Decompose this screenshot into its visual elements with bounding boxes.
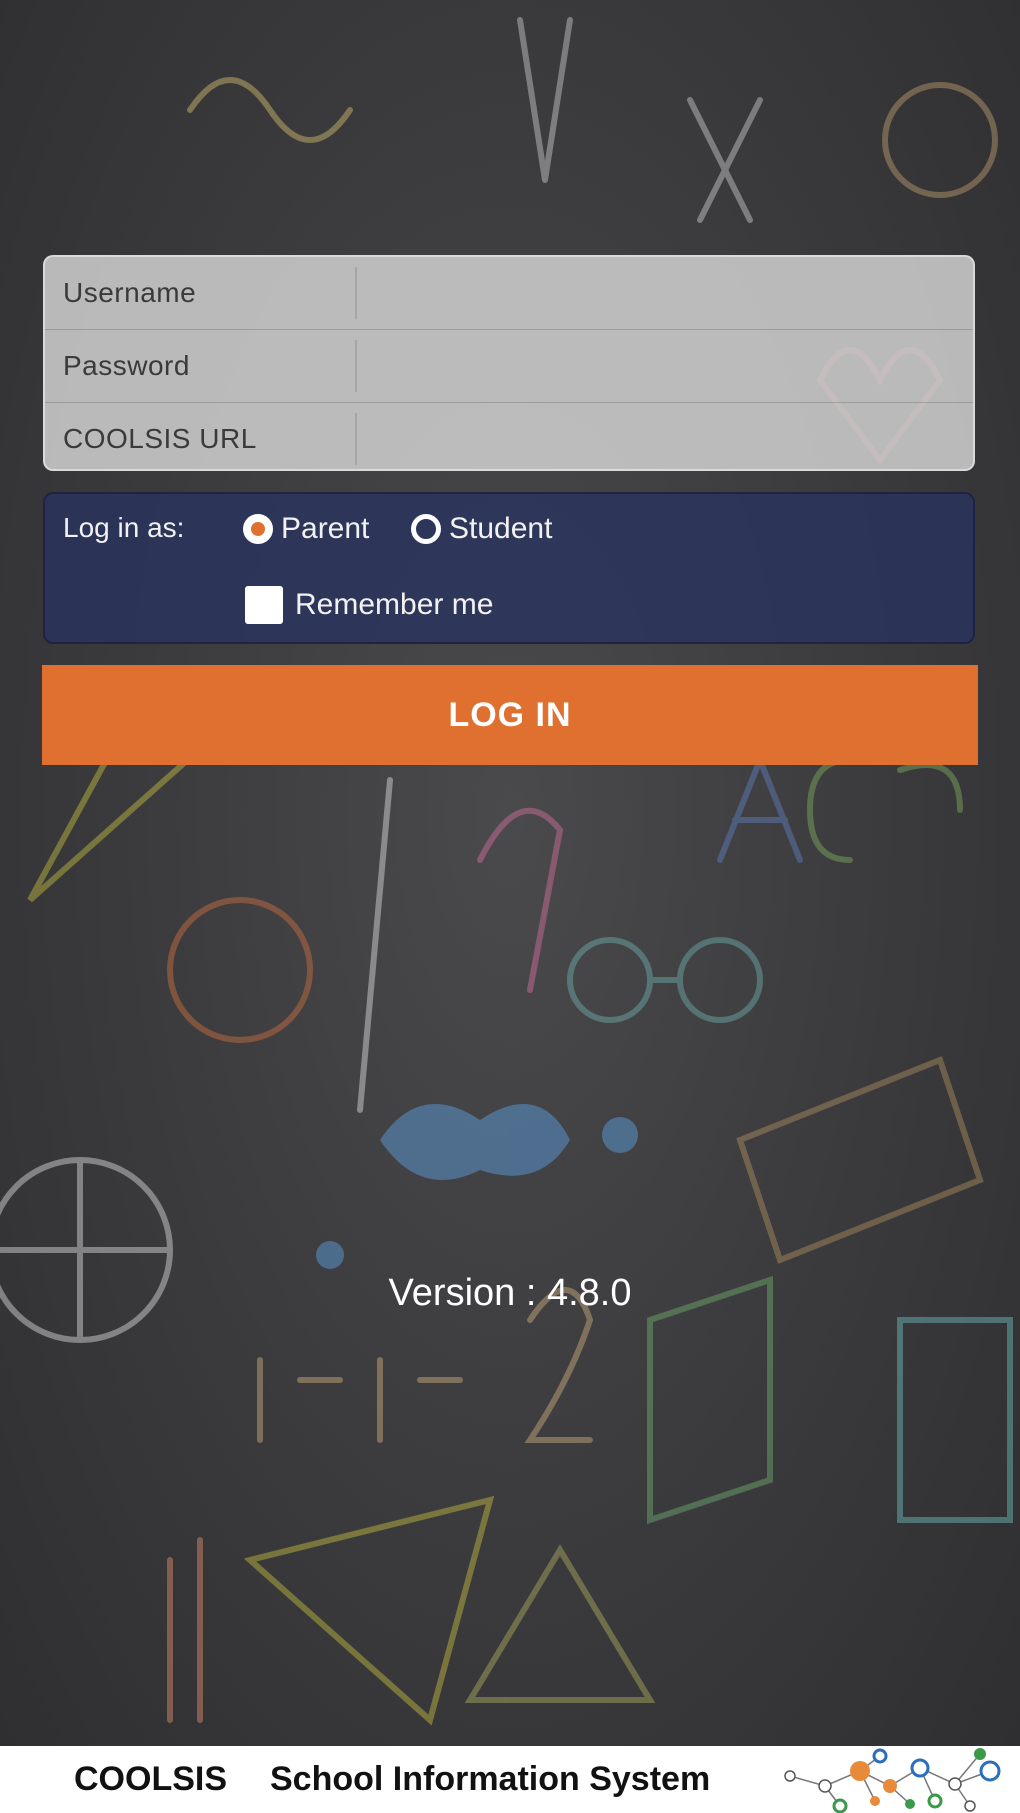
- remember-me-label: Remember me: [295, 588, 494, 621]
- login-form-card: Username Password COOLSIS URL: [43, 255, 975, 471]
- radio-student-label: Student: [449, 512, 553, 545]
- password-field[interactable]: [363, 336, 963, 396]
- radio-parent-label: Parent: [281, 512, 370, 545]
- url-label: COOLSIS URL: [63, 423, 257, 454]
- version-text: Version : 4.8.0: [388, 1272, 632, 1314]
- role-label: Log in as:: [63, 512, 185, 543]
- radio-unselected-icon: [411, 514, 441, 544]
- field-divider: [355, 340, 357, 392]
- radio-parent[interactable]: Parent: [243, 512, 369, 546]
- login-button[interactable]: LOG IN: [42, 665, 978, 765]
- username-row: Username: [45, 257, 973, 330]
- password-row: Password: [45, 330, 973, 403]
- network-logo-icon: [784, 1748, 1001, 1813]
- radio-student[interactable]: Student: [411, 512, 552, 546]
- password-label: Password: [63, 350, 190, 381]
- footer-bar: COOLSIS School Information System: [0, 1746, 1020, 1813]
- field-divider: [355, 267, 357, 319]
- radio-selected-icon: [243, 514, 273, 544]
- username-field[interactable]: [363, 263, 963, 323]
- field-divider: [355, 413, 357, 465]
- url-row: COOLSIS URL: [45, 403, 973, 469]
- url-field[interactable]: [363, 409, 963, 469]
- footer-brand: COOLSIS: [74, 1760, 228, 1798]
- role-panel: Log in as: Parent Student Remember me: [43, 492, 975, 644]
- footer-subtitle: School Information System: [270, 1760, 711, 1798]
- remember-me-checkbox[interactable]: Remember me: [245, 586, 493, 624]
- checkbox-icon: [245, 586, 283, 624]
- username-label: Username: [63, 277, 197, 308]
